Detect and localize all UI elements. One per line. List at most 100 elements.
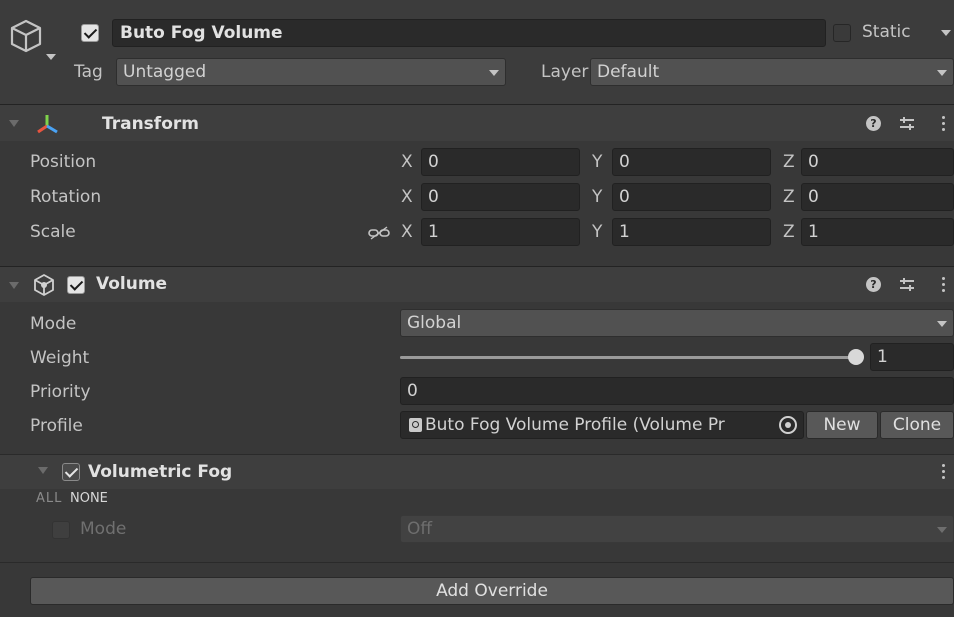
priority-label: Priority xyxy=(30,382,91,402)
volume-title: Volume xyxy=(96,274,168,294)
scale-z-value: 1 xyxy=(808,222,819,242)
tag-label: Tag xyxy=(74,62,103,82)
weight-label: Weight xyxy=(30,348,90,368)
profile-value: Buto Fog Volume Profile (Volume Pr xyxy=(425,415,725,435)
mode-value: Global xyxy=(407,313,462,333)
gameobject-cube-icon xyxy=(10,19,42,53)
chevron-down-icon xyxy=(489,70,499,76)
section-divider xyxy=(0,562,954,563)
chevron-down-icon xyxy=(937,321,947,327)
rotation-y-value: 0 xyxy=(619,187,630,207)
transform-title: Transform xyxy=(102,114,199,134)
static-dropdown-arrow[interactable] xyxy=(941,30,951,36)
add-override-label: Add Override xyxy=(436,581,548,601)
scale-label: Scale xyxy=(30,222,76,242)
fog-mode-label: Mode xyxy=(80,519,127,539)
layer-dropdown[interactable]: Default xyxy=(590,58,954,86)
fog-mode-dropdown[interactable]: Off xyxy=(400,515,954,543)
fold-arrow-icon[interactable] xyxy=(38,467,48,474)
rotation-z-value: 0 xyxy=(808,187,819,207)
active-checkbox[interactable] xyxy=(81,24,99,42)
fold-arrow-icon[interactable] xyxy=(9,282,19,289)
volume-cube-icon xyxy=(34,274,54,296)
add-override-button[interactable]: Add Override xyxy=(30,577,954,605)
axis-z-label: Z xyxy=(783,152,795,172)
help-icon[interactable]: ? xyxy=(866,277,881,292)
volumetric-fog-header[interactable]: Volumetric Fog xyxy=(0,454,954,489)
volumetric-fog-enabled-checkbox[interactable] xyxy=(62,463,80,481)
position-z-value: 0 xyxy=(808,152,819,172)
weight-field[interactable]: 1 xyxy=(870,343,954,371)
object-name-field[interactable]: Buto Fog Volume xyxy=(112,19,826,47)
weight-slider-handle[interactable] xyxy=(848,349,864,365)
constrain-proportions-icon[interactable] xyxy=(368,225,390,241)
new-profile-button[interactable]: New xyxy=(806,411,878,439)
volume-body: Mode Global Weight 1 Priority 0 Profile … xyxy=(0,302,954,454)
transform-icon xyxy=(37,115,58,134)
volume-header[interactable]: Volume ? xyxy=(0,266,954,302)
fold-arrow-icon[interactable] xyxy=(9,120,19,127)
axis-z-label: Z xyxy=(783,222,795,242)
priority-field[interactable]: 0 xyxy=(400,377,954,405)
axis-x-label: X xyxy=(401,222,413,242)
volumetric-fog-title: Volumetric Fog xyxy=(88,462,233,482)
axis-y-label: Y xyxy=(592,152,603,172)
position-x-value: 0 xyxy=(428,152,439,172)
scale-y-value: 1 xyxy=(619,222,630,242)
object-name-text: Buto Fog Volume xyxy=(120,23,283,43)
new-button-label: New xyxy=(823,415,861,435)
mode-dropdown[interactable]: Global xyxy=(400,309,954,337)
kebab-menu-icon[interactable] xyxy=(942,464,945,482)
tag-dropdown[interactable]: Untagged xyxy=(116,58,506,86)
static-label: Static xyxy=(862,22,911,42)
rotation-y-field[interactable]: 0 xyxy=(612,183,771,211)
profile-label: Profile xyxy=(30,416,83,436)
tag-value: Untagged xyxy=(123,62,207,82)
volume-enabled-checkbox[interactable] xyxy=(67,276,85,294)
object-picker-button[interactable] xyxy=(779,416,797,434)
rotation-label: Rotation xyxy=(30,187,102,207)
clone-profile-button[interactable]: Clone xyxy=(880,411,954,439)
position-z-field[interactable]: 0 xyxy=(801,148,954,176)
scale-x-value: 1 xyxy=(428,222,439,242)
scale-x-field[interactable]: 1 xyxy=(421,218,580,246)
chevron-down-icon xyxy=(937,527,947,533)
kebab-menu-icon[interactable] xyxy=(942,277,945,295)
profile-object-field[interactable]: Buto Fog Volume Profile (Volume Pr xyxy=(400,411,804,439)
static-checkbox[interactable] xyxy=(833,24,851,42)
presets-icon[interactable] xyxy=(898,115,916,133)
clone-button-label: Clone xyxy=(892,415,942,435)
transform-header[interactable]: Transform ? xyxy=(0,104,954,141)
mode-override-checkbox[interactable] xyxy=(52,521,70,539)
scale-z-field[interactable]: 1 xyxy=(801,218,954,246)
none-toggle-link[interactable]: NONE xyxy=(70,491,108,506)
kebab-menu-icon[interactable] xyxy=(942,116,945,134)
all-toggle-link[interactable]: ALL xyxy=(36,491,62,506)
priority-value: 0 xyxy=(407,381,418,401)
weight-value: 1 xyxy=(877,347,888,367)
mode-label: Mode xyxy=(30,314,77,334)
icon-dropdown-arrow[interactable] xyxy=(46,54,56,60)
scale-y-field[interactable]: 1 xyxy=(612,218,771,246)
axis-z-label: Z xyxy=(783,187,795,207)
axis-x-label: X xyxy=(401,152,413,172)
position-x-field[interactable]: 0 xyxy=(421,148,580,176)
transform-body: Position X 0 Y 0 Z 0 Rotation X 0 Y 0 Z … xyxy=(0,141,954,266)
weight-slider-fill xyxy=(400,356,856,359)
chevron-down-icon xyxy=(937,70,947,76)
rotation-x-field[interactable]: 0 xyxy=(421,183,580,211)
volumetric-fog-body: ALL NONE Mode Off xyxy=(0,488,954,562)
layer-value: Default xyxy=(597,62,660,82)
help-icon[interactable]: ? xyxy=(866,116,881,131)
axis-x-label: X xyxy=(401,187,413,207)
presets-icon[interactable] xyxy=(898,276,916,294)
position-y-value: 0 xyxy=(619,152,630,172)
target-dot-icon xyxy=(785,422,791,428)
position-label: Position xyxy=(30,152,97,172)
rotation-z-field[interactable]: 0 xyxy=(801,183,954,211)
axis-y-label: Y xyxy=(592,187,603,207)
axis-y-label: Y xyxy=(592,222,603,242)
rotation-x-value: 0 xyxy=(428,187,439,207)
position-y-field[interactable]: 0 xyxy=(612,148,771,176)
object-header: Buto Fog Volume Static Tag Untagged Laye… xyxy=(0,0,954,104)
